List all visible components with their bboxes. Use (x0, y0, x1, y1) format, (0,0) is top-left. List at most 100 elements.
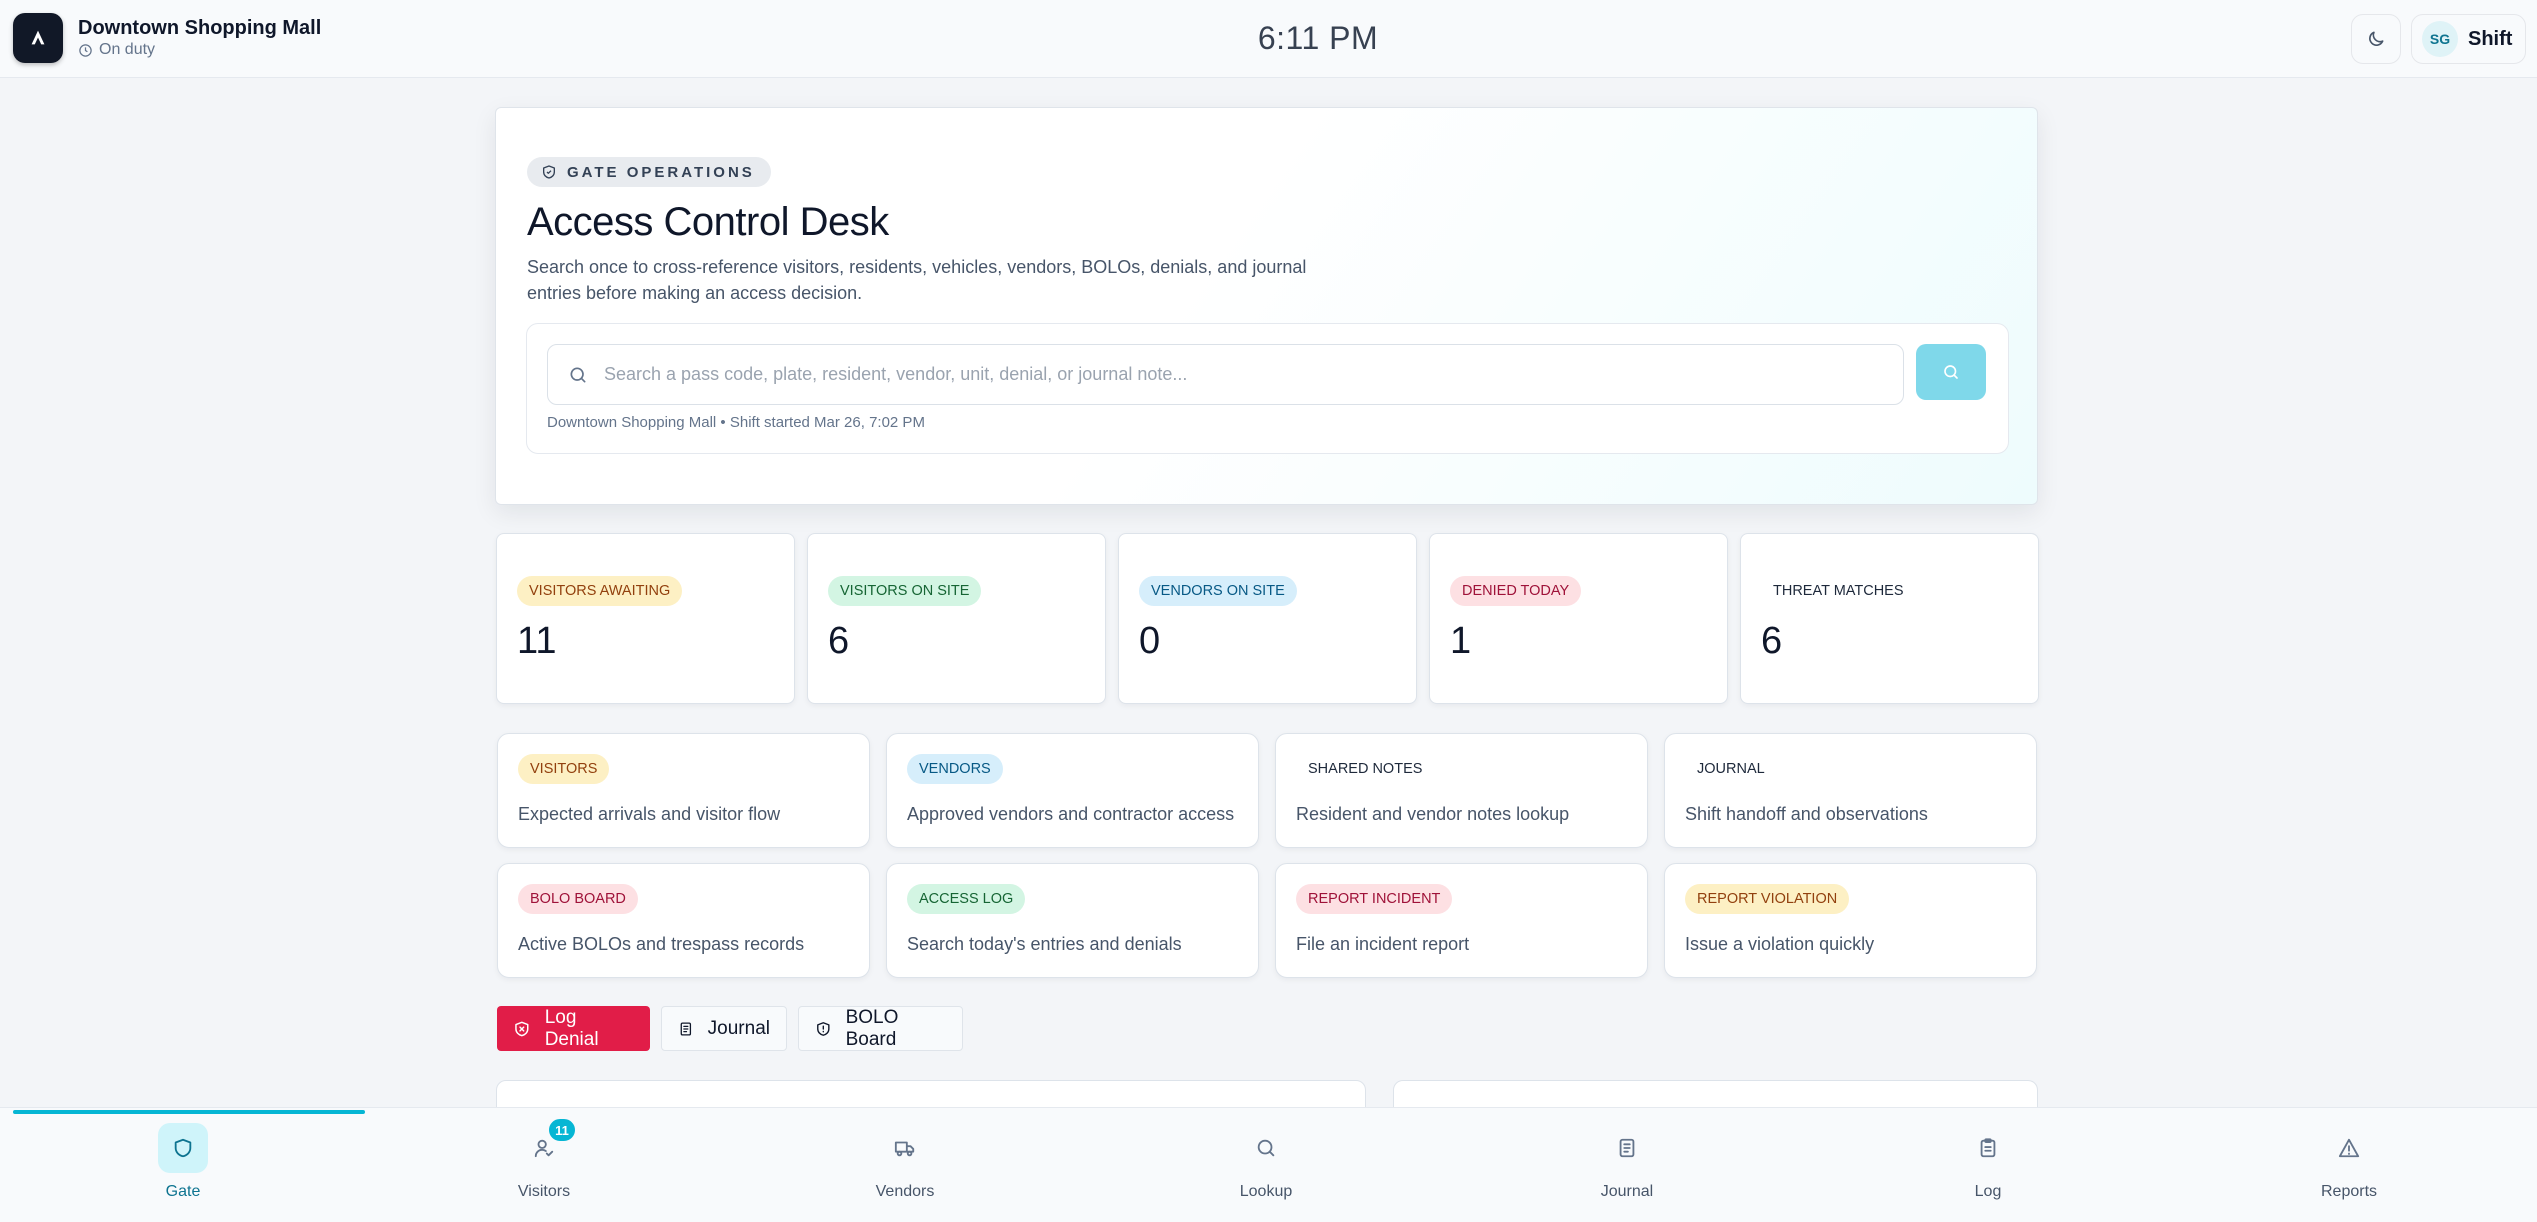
tile-journal[interactable]: JOURNAL Shift handoff and observations (1664, 733, 2037, 848)
stat-value: 6 (828, 620, 850, 662)
truck-icon (894, 1141, 915, 1157)
stat-card-visitors-on-site[interactable]: VISITORS ON SITE 6 (807, 533, 1106, 704)
bolo-board-button[interactable]: BOLO Board (798, 1006, 963, 1051)
clock-icon (79, 43, 92, 57)
current-time: 6:11 PM (1257, 20, 1379, 56)
shift-info: Downtown Shopping Mall • Shift started M… (547, 414, 925, 431)
nav-journal-icon-wrap (1602, 1123, 1652, 1173)
nav-gate[interactable]: Gate (113, 1123, 253, 1215)
duty-status-label: On duty (99, 41, 156, 58)
nav-reports[interactable]: Reports (2279, 1123, 2419, 1215)
page-description: Search once to cross-reference visitors,… (527, 257, 1307, 303)
journal-button-label: Journal (707, 1017, 770, 1039)
duty-status: On duty (78, 41, 155, 59)
tile-description: Resident and vendor notes lookup (1296, 804, 1570, 824)
stat-label: VENDORS ON SITE (1139, 576, 1297, 606)
tile-label: REPORT VIOLATION (1685, 884, 1850, 914)
shield-alert-icon (817, 1021, 830, 1036)
tile-description: Approved vendors and contractor access (907, 804, 1235, 824)
nav-label: Journal (1600, 1183, 1654, 1200)
tile-label: BOLO BOARD (518, 884, 638, 914)
user-menu-button[interactable]: SG Shift (2411, 14, 2526, 64)
nav-label: Lookup (1239, 1183, 1293, 1200)
nav-reports-icon-wrap (2324, 1123, 2374, 1173)
stat-value: 0 (1139, 620, 1161, 662)
nav-visitors-icon-wrap: 11 (519, 1117, 577, 1173)
tile-description: Shift handoff and observations (1685, 804, 1928, 824)
shield-x-icon (515, 1021, 529, 1036)
tile-shared-notes[interactable]: SHARED NOTES Resident and vendor notes l… (1275, 733, 1648, 848)
theme-toggle-button[interactable] (2351, 14, 2401, 64)
tile-label: ACCESS LOG (907, 884, 1026, 914)
tile-label: VENDORS (907, 754, 1003, 784)
tile-access-log[interactable]: ACCESS LOG Search today's entries and de… (886, 863, 1259, 978)
shield-icon (174, 1138, 192, 1158)
nav-journal[interactable]: Journal (1557, 1123, 1697, 1215)
stat-label: DENIED TODAY (1450, 576, 1582, 606)
page-title: Access Control Desk (527, 200, 889, 244)
stat-card-threat-matches[interactable]: THREAT MATCHES 6 (1740, 533, 2039, 704)
nav-progress-bar (13, 1110, 365, 1114)
visitors-count-badge: 11 (547, 1117, 577, 1143)
nav-label: Visitors (517, 1183, 571, 1200)
tile-description: Expected arrivals and visitor flow (518, 804, 781, 824)
tile-description: Search today's entries and denials (907, 934, 1182, 954)
log-denial-button[interactable]: Log Denial (497, 1006, 650, 1051)
tile-description: Issue a violation quickly (1685, 934, 1875, 954)
nav-log[interactable]: Log (1918, 1123, 2058, 1215)
tile-label: REPORT INCIDENT (1296, 884, 1453, 914)
tile-label: VISITORS (518, 754, 610, 784)
avatar: SG (2422, 21, 2458, 57)
nav-lookup-icon-wrap (1241, 1123, 1291, 1173)
nav-gate-icon-wrap (158, 1123, 208, 1173)
stat-card-denied-today[interactable]: DENIED TODAY 1 (1429, 533, 1728, 704)
nav-label: Log (1974, 1183, 2002, 1200)
stat-value: 6 (1761, 620, 1783, 662)
search-field[interactable] (547, 344, 1904, 405)
clipboard-icon (1980, 1138, 1996, 1158)
alert-triangle-icon (2338, 1138, 2360, 1158)
tile-visitors[interactable]: VISITORS Expected arrivals and visitor f… (497, 733, 870, 848)
user-menu-label: Shift (2468, 27, 2513, 50)
site-name: Downtown Shopping Mall (78, 17, 322, 39)
notebook-icon (680, 1021, 692, 1036)
gate-operations-label: GATE OPERATIONS (567, 163, 755, 181)
tile-report-violation[interactable]: REPORT VIOLATION Issue a violation quick… (1664, 863, 2037, 978)
tile-vendors[interactable]: VENDORS Approved vendors and contractor … (886, 733, 1259, 848)
tile-description: File an incident report (1296, 934, 1470, 954)
search-submit-button[interactable] (1916, 344, 1986, 400)
nav-log-icon-wrap (1963, 1123, 2013, 1173)
access-control-panel: GATE OPERATIONS Access Control Desk Sear… (495, 107, 2038, 505)
nav-visitors[interactable]: 11 Visitors (474, 1117, 614, 1215)
nav-vendors-icon-wrap (880, 1123, 930, 1173)
book-icon (1619, 1138, 1635, 1158)
nav-label: Reports (2320, 1183, 2378, 1200)
stat-card-vendors-on-site[interactable]: VENDORS ON SITE 0 (1118, 533, 1417, 704)
stat-label: VISITORS AWAITING (517, 576, 683, 606)
stat-value: 11 (517, 620, 557, 662)
stat-card-visitors-awaiting[interactable]: VISITORS AWAITING 11 (496, 533, 795, 704)
search-input[interactable] (604, 364, 1884, 385)
tile-bolo-board[interactable]: BOLO BOARD Active BOLOs and trespass rec… (497, 863, 870, 978)
tile-label: JOURNAL (1697, 761, 1765, 777)
journal-button[interactable]: Journal (661, 1006, 787, 1051)
bolo-board-button-label: BOLO Board (845, 1006, 899, 1050)
top-bar: Downtown Shopping Mall On duty 6:11 PM S… (0, 0, 2537, 78)
nav-lookup[interactable]: Lookup (1196, 1123, 1336, 1215)
search-icon (1257, 1139, 1275, 1157)
app-logo[interactable] (13, 13, 63, 63)
gate-operations-pill: GATE OPERATIONS (527, 157, 771, 187)
stat-label: THREAT MATCHES (1773, 583, 1904, 599)
tile-report-incident[interactable]: REPORT INCIDENT File an incident report (1275, 863, 1648, 978)
search-icon (1944, 365, 1958, 379)
nav-vendors[interactable]: Vendors (835, 1123, 975, 1215)
nav-label: Gate (165, 1183, 201, 1200)
moon-icon (2369, 31, 2384, 46)
search-icon (570, 367, 586, 382)
tile-label: SHARED NOTES (1308, 761, 1423, 777)
stat-value: 1 (1450, 620, 1472, 662)
tile-description: Active BOLOs and trespass records (518, 934, 805, 954)
nav-label: Vendors (875, 1183, 935, 1200)
search-card: Downtown Shopping Mall • Shift started M… (526, 323, 2009, 454)
shield-check-icon (543, 165, 555, 179)
